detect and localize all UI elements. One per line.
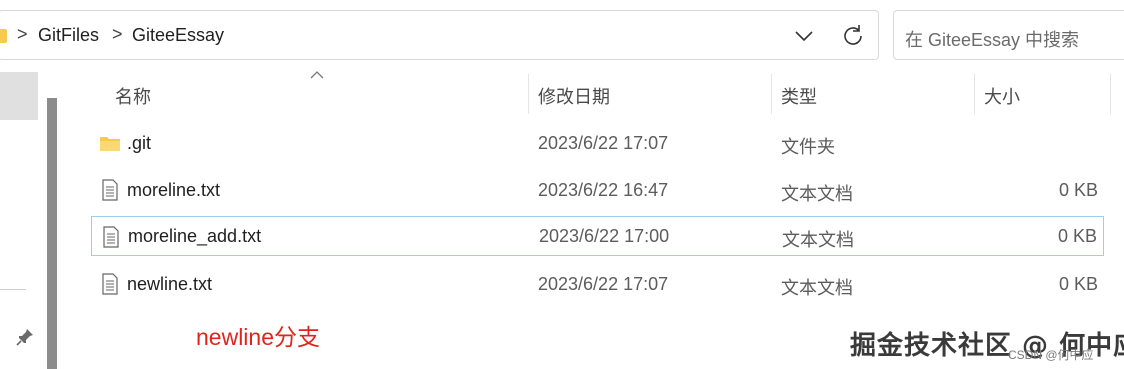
search-placeholder: 在 GiteeEssay 中搜索 — [905, 30, 1080, 50]
folder-icon — [100, 137, 120, 151]
nav-pane-divider — [0, 289, 26, 290]
chevron-down-icon[interactable] — [791, 23, 817, 49]
file-row[interactable]: .git 2023/6/22 17:07 文件夹 — [91, 123, 1104, 163]
nav-scrollbar-thumb[interactable] — [47, 98, 57, 369]
column-header-type[interactable]: 类型 — [781, 83, 817, 109]
text-file-icon — [102, 179, 118, 201]
column-divider[interactable] — [1110, 74, 1111, 114]
branch-annotation: newline分支 — [196, 324, 320, 350]
file-modified: 2023/6/22 17:07 — [538, 133, 669, 153]
refresh-icon[interactable] — [839, 22, 867, 50]
column-header-modified[interactable]: 修改日期 — [538, 83, 610, 109]
watermark-small: CSDN @何中应 — [1008, 348, 1094, 362]
file-row-selected[interactable]: moreline_add.txt 2023/6/22 17:00 文本文档 0 … — [91, 216, 1104, 256]
breadcrumb-separator-icon: > — [112, 24, 123, 44]
column-divider[interactable] — [528, 74, 529, 114]
file-size: 0 KB — [1057, 226, 1097, 246]
file-name: .git — [127, 133, 152, 153]
sort-ascending-icon — [310, 71, 324, 79]
pin-icon[interactable] — [14, 326, 36, 348]
file-modified: 2023/6/22 17:07 — [538, 274, 669, 294]
breadcrumb-separator-icon: > — [17, 24, 28, 44]
column-header-size[interactable]: 大小 — [984, 83, 1020, 109]
text-file-icon — [102, 273, 118, 295]
nav-pane-selected-item[interactable] — [0, 72, 38, 120]
search-input[interactable]: 在 GiteeEssay 中搜索 — [893, 10, 1124, 60]
breadcrumb-item-giteeessay[interactable]: GiteeEssay — [132, 25, 224, 46]
file-size: 0 KB — [1058, 180, 1098, 200]
file-type: 文本文档 — [781, 278, 853, 298]
text-file-icon — [103, 226, 119, 248]
column-divider[interactable] — [974, 74, 975, 114]
folder-icon — [0, 29, 7, 43]
file-size: 0 KB — [1058, 274, 1098, 294]
file-row[interactable]: moreline.txt 2023/6/22 16:47 文本文档 0 KB — [91, 170, 1104, 210]
file-modified: 2023/6/22 17:00 — [539, 226, 670, 246]
address-bar[interactable]: > GitFiles > GiteeEssay — [0, 10, 879, 60]
file-type: 文件夹 — [781, 137, 835, 157]
file-name: moreline_add.txt — [128, 226, 262, 246]
column-divider[interactable] — [771, 74, 772, 114]
file-name: newline.txt — [127, 274, 213, 294]
file-row[interactable]: newline.txt 2023/6/22 17:07 文本文档 0 KB — [91, 264, 1104, 304]
file-modified: 2023/6/22 16:47 — [538, 180, 669, 200]
file-type: 文本文档 — [781, 184, 853, 204]
column-header-name[interactable]: 名称 — [115, 83, 151, 109]
file-name: moreline.txt — [127, 180, 221, 200]
file-type: 文本文档 — [782, 230, 854, 250]
breadcrumb-item-gitfiles[interactable]: GitFiles — [38, 25, 99, 46]
